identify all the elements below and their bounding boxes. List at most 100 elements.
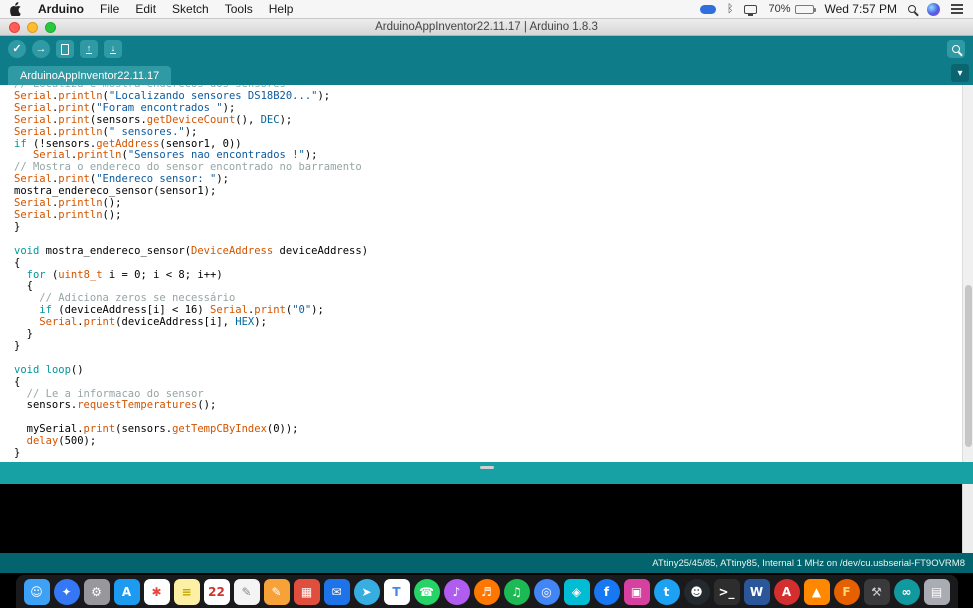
editor-scrollbar-thumb[interactable] bbox=[964, 284, 972, 447]
sketch-icon: ◈ bbox=[571, 584, 582, 599]
zoom-window-button[interactable] bbox=[45, 22, 56, 33]
dock-icon-terminal[interactable]: >_ bbox=[713, 578, 740, 605]
battery-icon bbox=[794, 4, 816, 14]
dock-icon-chrome[interactable]: ◎ bbox=[533, 578, 560, 605]
code-area: // Localiza e mostra enderecos dos senso… bbox=[0, 85, 973, 460]
code-editor[interactable]: // Localiza e mostra enderecos dos senso… bbox=[0, 85, 973, 462]
app-store-icon: A bbox=[121, 584, 132, 599]
window-title: ArduinoAppInventor22.11.17 | Arduino 1.8… bbox=[375, 21, 598, 33]
minimize-window-button[interactable] bbox=[27, 22, 38, 33]
dock-icon-app-store[interactable]: A bbox=[113, 578, 140, 605]
menu-item-file[interactable]: File bbox=[100, 2, 119, 16]
save-sketch-button[interactable]: ↓ bbox=[104, 40, 122, 58]
dock-icon-trash[interactable]: ▤ bbox=[923, 578, 950, 605]
close-window-button[interactable] bbox=[9, 22, 20, 33]
display-icon[interactable] bbox=[744, 4, 758, 16]
code-line: } bbox=[14, 328, 33, 341]
dock-icon-utilities[interactable]: ⚒ bbox=[863, 578, 890, 605]
menu-item-sketch[interactable]: Sketch bbox=[172, 2, 209, 16]
dock-icon-keynote[interactable]: ▦ bbox=[293, 578, 320, 605]
dock-icon-calendar[interactable]: 22 bbox=[203, 578, 230, 605]
dock: ☺ ✦ ⚙ A ✱ ≡ 22 ✎ ✎ ▦ ✉ ➤ T ☎ ♪ ♬ ♫ ◎ ◈ f ▣ t ☻ >_ W A ▲ F ⚒ ∞ ▤ bbox=[15, 575, 958, 608]
word-icon: W bbox=[749, 584, 764, 599]
dock-icon-arduino[interactable]: ∞ bbox=[893, 578, 920, 605]
dock-icon-safari[interactable]: ✦ bbox=[53, 578, 80, 605]
acrobat-icon: A bbox=[781, 584, 792, 599]
board-info-text: ATtiny25/45/85, ATtiny85, Internal 1 MHz… bbox=[652, 557, 965, 569]
instagram-icon: ▣ bbox=[630, 584, 643, 599]
status-bar bbox=[0, 462, 973, 484]
system-preferences-icon: ⚙ bbox=[91, 584, 102, 599]
dock-icon-word[interactable]: W bbox=[743, 578, 770, 605]
dock-icon-vlc[interactable]: ▲ bbox=[803, 578, 830, 605]
notification-center-icon[interactable] bbox=[951, 4, 963, 14]
spotify-icon: ♫ bbox=[511, 584, 522, 599]
open-arrow-icon: ↑ bbox=[85, 43, 93, 54]
menu-item-tools[interactable]: Tools bbox=[225, 2, 253, 16]
dock-icon-facebook[interactable]: f bbox=[593, 578, 620, 605]
serial-monitor-button[interactable] bbox=[947, 40, 965, 58]
dock-icon-soundcloud[interactable]: ♬ bbox=[473, 578, 500, 605]
itunes-icon: ♪ bbox=[452, 584, 461, 599]
code-line: for (uint8_t i = 0; i < 8; i++) bbox=[26, 268, 223, 281]
dock-icon-pages[interactable]: ✎ bbox=[263, 578, 290, 605]
dock-icon-notes[interactable]: ≡ bbox=[173, 578, 200, 605]
resize-grip[interactable] bbox=[479, 466, 494, 469]
dock-icon-instagram[interactable]: ▣ bbox=[623, 578, 650, 605]
save-arrow-icon: ↓ bbox=[109, 43, 117, 54]
code-line: Serial.print(deviceAddress[i], HEX); bbox=[39, 316, 267, 329]
menu-clock[interactable]: Wed 7:57 PM bbox=[825, 2, 897, 16]
dock-icon-translate[interactable]: T bbox=[383, 578, 410, 605]
new-sketch-button[interactable] bbox=[56, 40, 74, 58]
notes-icon: ≡ bbox=[181, 584, 192, 599]
siri-icon[interactable] bbox=[927, 2, 940, 16]
dock-icon-firefox[interactable]: F bbox=[833, 578, 860, 605]
dock-icon-finder[interactable]: ☺ bbox=[23, 578, 50, 605]
dock-icon-system-preferences[interactable]: ⚙ bbox=[83, 578, 110, 605]
battery-status[interactable]: 70% bbox=[768, 3, 816, 15]
dock-icon-photos[interactable]: ✱ bbox=[143, 578, 170, 605]
toolbar: ✓ → ↑ ↓ bbox=[0, 36, 973, 62]
dock-items: ☺ ✦ ⚙ A ✱ ≡ 22 ✎ ✎ ▦ ✉ ➤ T ☎ ♪ ♬ ♫ ◎ ◈ f ▣ t ☻ >_ W A ▲ F ⚒ ∞ ▤ bbox=[23, 578, 950, 605]
dock-icon-telegram[interactable]: ➤ bbox=[353, 578, 380, 605]
photos-icon: ✱ bbox=[151, 584, 162, 599]
textedit-icon: ✎ bbox=[241, 584, 252, 599]
dock-icon-sketch[interactable]: ◈ bbox=[563, 578, 590, 605]
dock-icon-itunes[interactable]: ♪ bbox=[443, 578, 470, 605]
translate-icon: T bbox=[392, 584, 401, 599]
apple-menu-icon[interactable] bbox=[10, 2, 22, 16]
code-line: void loop() bbox=[14, 363, 84, 376]
dock-icon-mail[interactable]: ✉ bbox=[323, 578, 350, 605]
editor-scrollbar[interactable] bbox=[962, 85, 973, 462]
arduino-icon: ∞ bbox=[901, 584, 912, 599]
check-icon: ✓ bbox=[12, 42, 22, 55]
verify-button[interactable]: ✓ bbox=[8, 40, 26, 58]
dock-icon-spotify[interactable]: ♫ bbox=[503, 578, 530, 605]
dock-icon-twitter[interactable]: t bbox=[653, 578, 680, 605]
console-scrollbar[interactable] bbox=[962, 484, 973, 553]
soundcloud-icon: ♬ bbox=[481, 584, 492, 599]
open-sketch-button[interactable]: ↑ bbox=[80, 40, 98, 58]
menu-items: File Edit Sketch Tools Help bbox=[100, 2, 293, 16]
battery-percentage: 70% bbox=[768, 3, 791, 15]
bluetooth-icon[interactable]: ᛒ bbox=[727, 3, 734, 15]
facebook-icon: f bbox=[603, 584, 610, 599]
mouse-battery-icon[interactable] bbox=[699, 4, 716, 14]
code-line: void mostra_endereco_sensor(DeviceAddres… bbox=[14, 244, 369, 257]
menu-item-edit[interactable]: Edit bbox=[135, 2, 156, 16]
menu-bar-status-area: ᛒ 70% Wed 7:57 PM bbox=[699, 2, 963, 16]
dock-icon-whatsapp[interactable]: ☎ bbox=[413, 578, 440, 605]
upload-button[interactable]: → bbox=[32, 40, 50, 58]
calendar-icon: 22 bbox=[208, 584, 225, 599]
dock-icon-textedit[interactable]: ✎ bbox=[233, 578, 260, 605]
code-line: } bbox=[14, 339, 21, 352]
spotlight-icon[interactable] bbox=[908, 5, 916, 13]
dock-icon-github[interactable]: ☻ bbox=[683, 578, 710, 605]
menu-app-name[interactable]: Arduino bbox=[38, 2, 84, 16]
menu-item-help[interactable]: Help bbox=[269, 2, 294, 16]
tab-bar: ArduinoAppInventor22.11.17 ▾ bbox=[0, 62, 973, 85]
dock-icon-acrobat[interactable]: A bbox=[773, 578, 800, 605]
tab-menu-button[interactable]: ▾ bbox=[951, 64, 969, 82]
tab-sketch[interactable]: ArduinoAppInventor22.11.17 bbox=[8, 66, 172, 85]
